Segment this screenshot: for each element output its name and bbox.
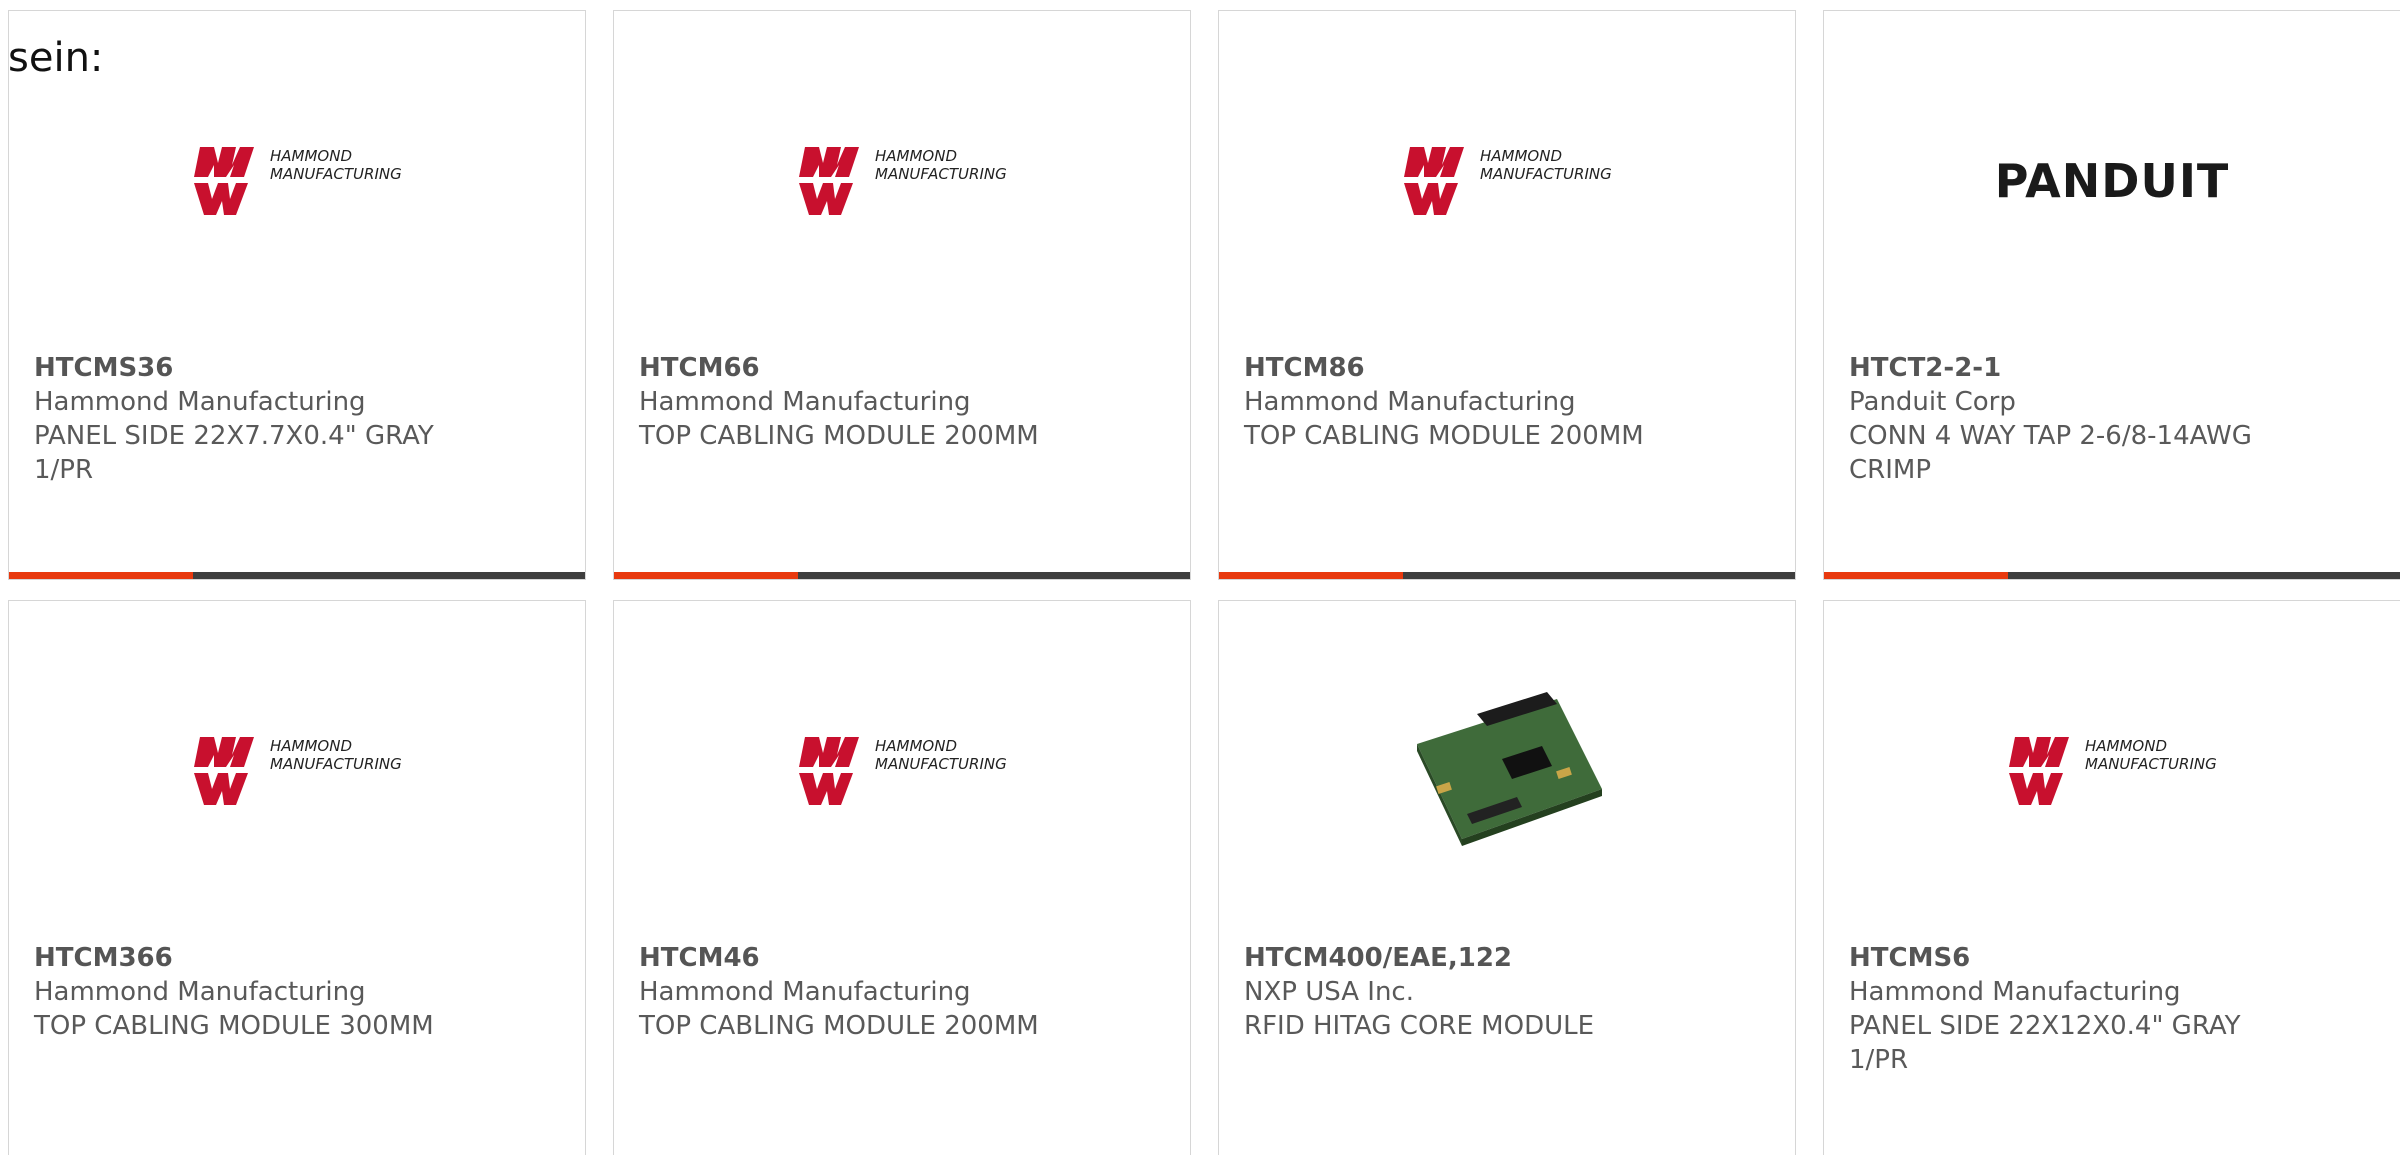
- card-accent-bar: [1219, 572, 1795, 579]
- part-number[interactable]: HTCM86: [1244, 351, 1655, 385]
- product-card[interactable]: HAMMOND MANUFACTURING HTCM46 Hammond Man…: [613, 600, 1191, 1155]
- product-image[interactable]: HAMMOND MANUFACTURING: [614, 671, 1190, 871]
- hammond-logo-line2: MANUFACTURING: [270, 755, 402, 773]
- description: PANEL SIDE 22X12X0.4" GRAY 1/PR: [1849, 1011, 2241, 1075]
- description: TOP CABLING MODULE 200MM: [639, 1011, 1039, 1041]
- hammond-logo: HAMMOND MANUFACTURING: [192, 731, 402, 811]
- hammond-logo-line1: HAMMOND: [1480, 147, 1562, 165]
- product-card[interactable]: HAMMOND MANUFACTURING HTCMS36 Hammond Ma…: [8, 10, 586, 580]
- product-image[interactable]: PANDUIT: [1824, 81, 2400, 281]
- part-number[interactable]: HTCM66: [639, 351, 1050, 385]
- hammond-logo-line1: HAMMOND: [875, 147, 957, 165]
- part-number[interactable]: HTCM400/EAE,122: [1244, 941, 1655, 975]
- product-card[interactable]: PANDUIT HTCT2-2-1 Panduit Corp CONN 4 WA…: [1823, 10, 2400, 580]
- intro-text: sein:: [8, 35, 104, 81]
- product-grid: HAMMOND MANUFACTURING HTCMS36 Hammond Ma…: [8, 10, 2400, 1155]
- hammond-logo-line1: HAMMOND: [2085, 737, 2167, 755]
- part-number[interactable]: HTCM46: [639, 941, 1050, 975]
- product-card[interactable]: HAMMOND MANUFACTURING HTCM66 Hammond Man…: [613, 10, 1191, 580]
- part-number[interactable]: HTCM366: [34, 941, 445, 975]
- part-number[interactable]: HTCMS36: [34, 351, 445, 385]
- product-image[interactable]: HAMMOND MANUFACTURING: [1219, 81, 1795, 281]
- hammond-logo: HAMMOND MANUFACTURING: [797, 731, 1007, 811]
- manufacturer: NXP USA Inc.: [1244, 977, 1414, 1007]
- manufacturer: Hammond Manufacturing: [1849, 977, 2181, 1007]
- card-accent-bar: [614, 572, 1190, 579]
- card-accent-bar: [1824, 572, 2400, 579]
- part-number[interactable]: HTCT2-2-1: [1849, 351, 2260, 385]
- hammond-logo-line2: MANUFACTURING: [2085, 755, 2217, 773]
- manufacturer: Hammond Manufacturing: [639, 977, 971, 1007]
- manufacturer: Hammond Manufacturing: [1244, 387, 1576, 417]
- hammond-logo: HAMMOND MANUFACTURING: [797, 141, 1007, 221]
- hammond-logo-line2: MANUFACTURING: [875, 755, 1007, 773]
- hammond-logo-line2: MANUFACTURING: [270, 165, 402, 183]
- product-grid-page: sein: HAMMOND MANUFACTURING HTCMS36 Hamm…: [0, 0, 2400, 1155]
- hammond-logo-line1: HAMMOND: [270, 147, 352, 165]
- manufacturer: Hammond Manufacturing: [639, 387, 971, 417]
- card-accent-bar: [9, 572, 585, 579]
- description: TOP CABLING MODULE 200MM: [1244, 421, 1644, 451]
- panduit-logo: PANDUIT: [1994, 154, 2230, 208]
- product-card[interactable]: HAMMOND MANUFACTURING HTCM86 Hammond Man…: [1218, 10, 1796, 580]
- product-image[interactable]: [1219, 671, 1795, 871]
- product-image[interactable]: HAMMOND MANUFACTURING: [9, 671, 585, 871]
- description: RFID HITAG CORE MODULE: [1244, 1011, 1595, 1041]
- description: TOP CABLING MODULE 200MM: [639, 421, 1039, 451]
- description: PANEL SIDE 22X7.7X0.4" GRAY 1/PR: [34, 421, 434, 485]
- hammond-logo-line1: HAMMOND: [875, 737, 957, 755]
- hammond-logo-line2: MANUFACTURING: [875, 165, 1007, 183]
- hammond-logo: HAMMOND MANUFACTURING: [192, 141, 402, 221]
- product-image[interactable]: HAMMOND MANUFACTURING: [614, 81, 1190, 281]
- manufacturer: Hammond Manufacturing: [34, 977, 366, 1007]
- part-number[interactable]: HTCMS6: [1849, 941, 2260, 975]
- product-card[interactable]: HTCM400/EAE,122 NXP USA Inc. RFID HITAG …: [1218, 600, 1796, 1155]
- product-card[interactable]: HAMMOND MANUFACTURING HTCM366 Hammond Ma…: [8, 600, 586, 1155]
- manufacturer: Hammond Manufacturing: [34, 387, 366, 417]
- product-image[interactable]: HAMMOND MANUFACTURING: [1824, 671, 2400, 871]
- hammond-logo-line1: HAMMOND: [270, 737, 352, 755]
- hammond-logo: HAMMOND MANUFACTURING: [1402, 141, 1612, 221]
- hammond-logo-line2: MANUFACTURING: [1480, 165, 1612, 183]
- description: CONN 4 WAY TAP 2-6/8-14AWG CRIMP: [1849, 421, 2252, 485]
- product-card[interactable]: HAMMOND MANUFACTURING HTCMS6 Hammond Man…: [1823, 600, 2400, 1155]
- manufacturer: Panduit Corp: [1849, 387, 2016, 417]
- description: TOP CABLING MODULE 300MM: [34, 1011, 434, 1041]
- hammond-logo: HAMMOND MANUFACTURING: [2007, 731, 2217, 811]
- pcb-module-photo: [1407, 674, 1607, 868]
- product-image[interactable]: HAMMOND MANUFACTURING: [9, 81, 585, 281]
